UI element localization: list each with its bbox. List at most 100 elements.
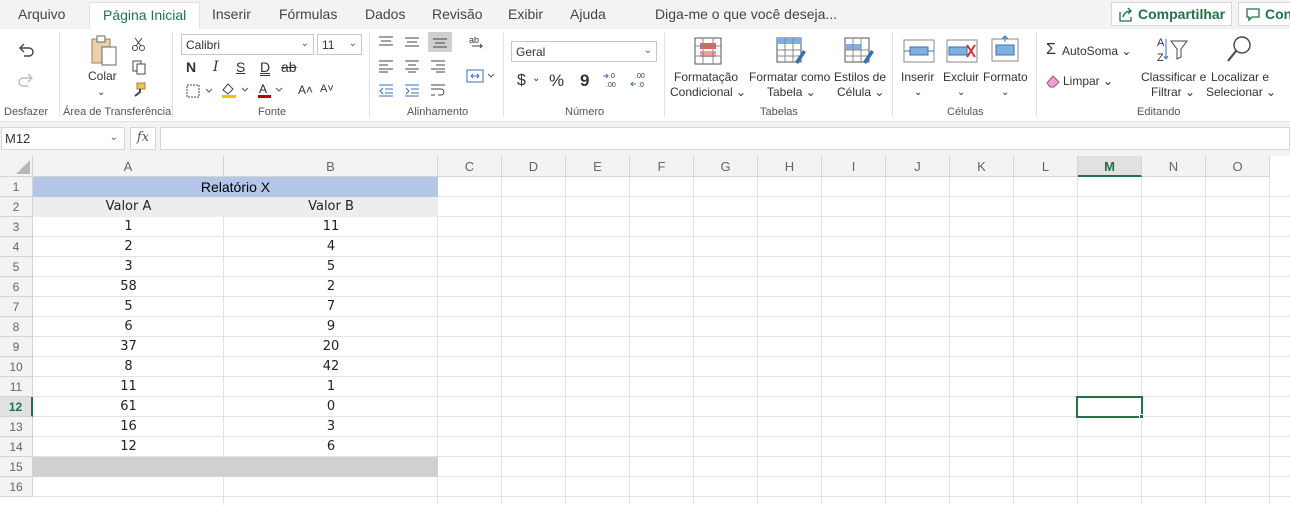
format-as-table-label-2[interactable]: Tabela ⌄ — [767, 85, 816, 100]
column-header-o[interactable]: O — [1206, 156, 1270, 177]
delete-cells-label[interactable]: Excluir — [943, 70, 979, 85]
autosum-label[interactable]: AutoSoma ⌄ — [1062, 44, 1131, 59]
cell-b14[interactable]: 6 — [224, 437, 438, 457]
row-header-2[interactable]: 2 — [0, 197, 33, 217]
row-header-4[interactable]: 4 — [0, 237, 33, 257]
column-header-j[interactable]: J — [886, 156, 950, 177]
sort-filter-icon[interactable]: AZ — [1155, 35, 1189, 65]
tell-me-search[interactable]: Diga-me o que você deseja... — [655, 6, 837, 22]
cell-b13[interactable]: 3 — [224, 417, 438, 437]
conditional-formatting-label-1[interactable]: Formatação — [674, 70, 738, 85]
cell-b8[interactable]: 9 — [224, 317, 438, 337]
row-header-7[interactable]: 7 — [0, 297, 33, 317]
row-header-16[interactable]: 16 — [0, 477, 33, 497]
format-painter-icon[interactable] — [131, 82, 147, 98]
cell-a8[interactable]: 6 — [33, 317, 224, 337]
column-header-n[interactable]: N — [1142, 156, 1206, 177]
row-header-9[interactable]: 9 — [0, 337, 33, 357]
worksheet-grid[interactable]: ABCDEFGHIJKLMNO 1 2 3 4 5 6 7 8 9 10 11 12 13 14 15 16 … — [0, 156, 1290, 505]
tab-exibir[interactable]: Exibir — [508, 6, 543, 22]
strikethrough-button[interactable]: ab — [281, 59, 297, 75]
delete-cells-icon[interactable] — [945, 38, 979, 64]
insert-function-button[interactable]: fx — [130, 127, 156, 150]
header-valor-a[interactable]: Valor A — [33, 197, 224, 217]
wrap-text-icon[interactable] — [430, 83, 446, 97]
double-underline-button[interactable]: D — [260, 59, 270, 75]
copy-icon[interactable] — [131, 59, 147, 75]
format-as-table-label-1[interactable]: Formatar como — [749, 70, 830, 85]
row-header-13[interactable]: 13 — [0, 417, 33, 437]
column-header-m[interactable]: M — [1078, 156, 1142, 177]
number-format-select[interactable]: Geral ⌄ — [511, 41, 657, 62]
cell-b10[interactable]: 42 — [224, 357, 438, 377]
row-header-1[interactable]: 1 — [0, 177, 33, 197]
cell-a9[interactable]: 37 — [33, 337, 224, 357]
tab-formulas[interactable]: Fórmulas — [279, 6, 337, 22]
column-header-e[interactable]: E — [566, 156, 630, 177]
report-title-cell[interactable]: Relatório X — [33, 177, 438, 197]
column-header-l[interactable]: L — [1014, 156, 1078, 177]
undo-icon[interactable] — [17, 41, 35, 59]
row-header-8[interactable]: 8 — [0, 317, 33, 337]
cut-icon[interactable] — [131, 36, 147, 52]
conditional-formatting-label-2[interactable]: Condicional ⌄ — [670, 85, 746, 100]
chevron-down-icon[interactable]: ⌄ — [914, 85, 922, 100]
column-header-k[interactable]: K — [950, 156, 1014, 177]
cell-a11[interactable]: 11 — [33, 377, 224, 397]
tab-ajuda[interactable]: Ajuda — [570, 6, 606, 22]
format-cells-icon[interactable] — [990, 35, 1020, 65]
align-bottom-button[interactable] — [428, 32, 452, 52]
decrease-font-icon[interactable]: A˅ — [320, 83, 334, 95]
decrease-decimal-icon[interactable]: .00.0 — [630, 71, 650, 89]
cell-styles-icon[interactable] — [843, 36, 875, 66]
chevron-down-icon[interactable]: ⌄ — [532, 73, 540, 84]
sort-filter-label-1[interactable]: Classificar e — [1141, 70, 1206, 85]
find-search-icon[interactable] — [1225, 34, 1255, 64]
sort-filter-label-2[interactable]: Filtrar ⌄ — [1151, 85, 1195, 100]
cell-a13[interactable]: 16 — [33, 417, 224, 437]
row-header-6[interactable]: 6 — [0, 277, 33, 297]
merge-center-icon[interactable] — [466, 68, 496, 84]
cell-b4[interactable]: 4 — [224, 237, 438, 257]
cell-b5[interactable]: 5 — [224, 257, 438, 277]
name-box[interactable]: M12 ⌄ — [1, 127, 125, 150]
cell-b3[interactable]: 11 — [224, 217, 438, 237]
fill-handle[interactable] — [1139, 414, 1144, 419]
conditional-formatting-icon[interactable] — [693, 36, 723, 66]
cell-a10[interactable]: 8 — [33, 357, 224, 377]
font-name-select[interactable]: Calibri ⌄ — [181, 34, 314, 55]
cell-b9[interactable]: 20 — [224, 337, 438, 357]
column-header-f[interactable]: F — [630, 156, 694, 177]
paste-label[interactable]: Colar — [88, 69, 117, 84]
cell-a6[interactable]: 58 — [33, 277, 224, 297]
clear-label[interactable]: Limpar ⌄ — [1063, 74, 1113, 89]
decrease-indent-icon[interactable] — [378, 83, 394, 97]
cell-b7[interactable]: 7 — [224, 297, 438, 317]
borders-icon[interactable] — [186, 84, 214, 98]
bold-button[interactable]: N — [186, 59, 196, 75]
underline-button[interactable]: S — [236, 59, 245, 75]
fill-color-icon[interactable] — [220, 82, 250, 98]
format-cells-label[interactable]: Formato — [983, 70, 1028, 85]
italic-button[interactable]: I — [213, 59, 219, 75]
cell-a3[interactable]: 1 — [33, 217, 224, 237]
row-header-11[interactable]: 11 — [0, 377, 33, 397]
select-all-button[interactable] — [0, 156, 33, 177]
column-header-c[interactable]: C — [438, 156, 502, 177]
comments-button[interactable]: Con — [1238, 2, 1290, 26]
find-select-label-1[interactable]: Localizar e — [1211, 70, 1269, 85]
font-size-select[interactable]: 11 ⌄ — [317, 34, 362, 55]
eraser-icon[interactable] — [1045, 74, 1061, 88]
cell-b12[interactable]: 0 — [224, 397, 438, 417]
cell-a4[interactable]: 2 — [33, 237, 224, 257]
increase-font-icon[interactable]: A˄ — [298, 83, 313, 97]
cell-a14[interactable]: 12 — [33, 437, 224, 457]
find-select-label-2[interactable]: Selecionar ⌄ — [1206, 85, 1276, 100]
comma-style-button[interactable]: 9 — [580, 71, 589, 91]
tab-arquivo[interactable]: Arquivo — [18, 6, 65, 22]
header-valor-b[interactable]: Valor B — [224, 197, 438, 217]
tab-revisao[interactable]: Revisão — [432, 6, 483, 22]
percent-button[interactable]: % — [549, 71, 564, 91]
cell-styles-label-1[interactable]: Estilos de — [834, 70, 886, 85]
share-button[interactable]: Compartilhar — [1111, 2, 1233, 26]
